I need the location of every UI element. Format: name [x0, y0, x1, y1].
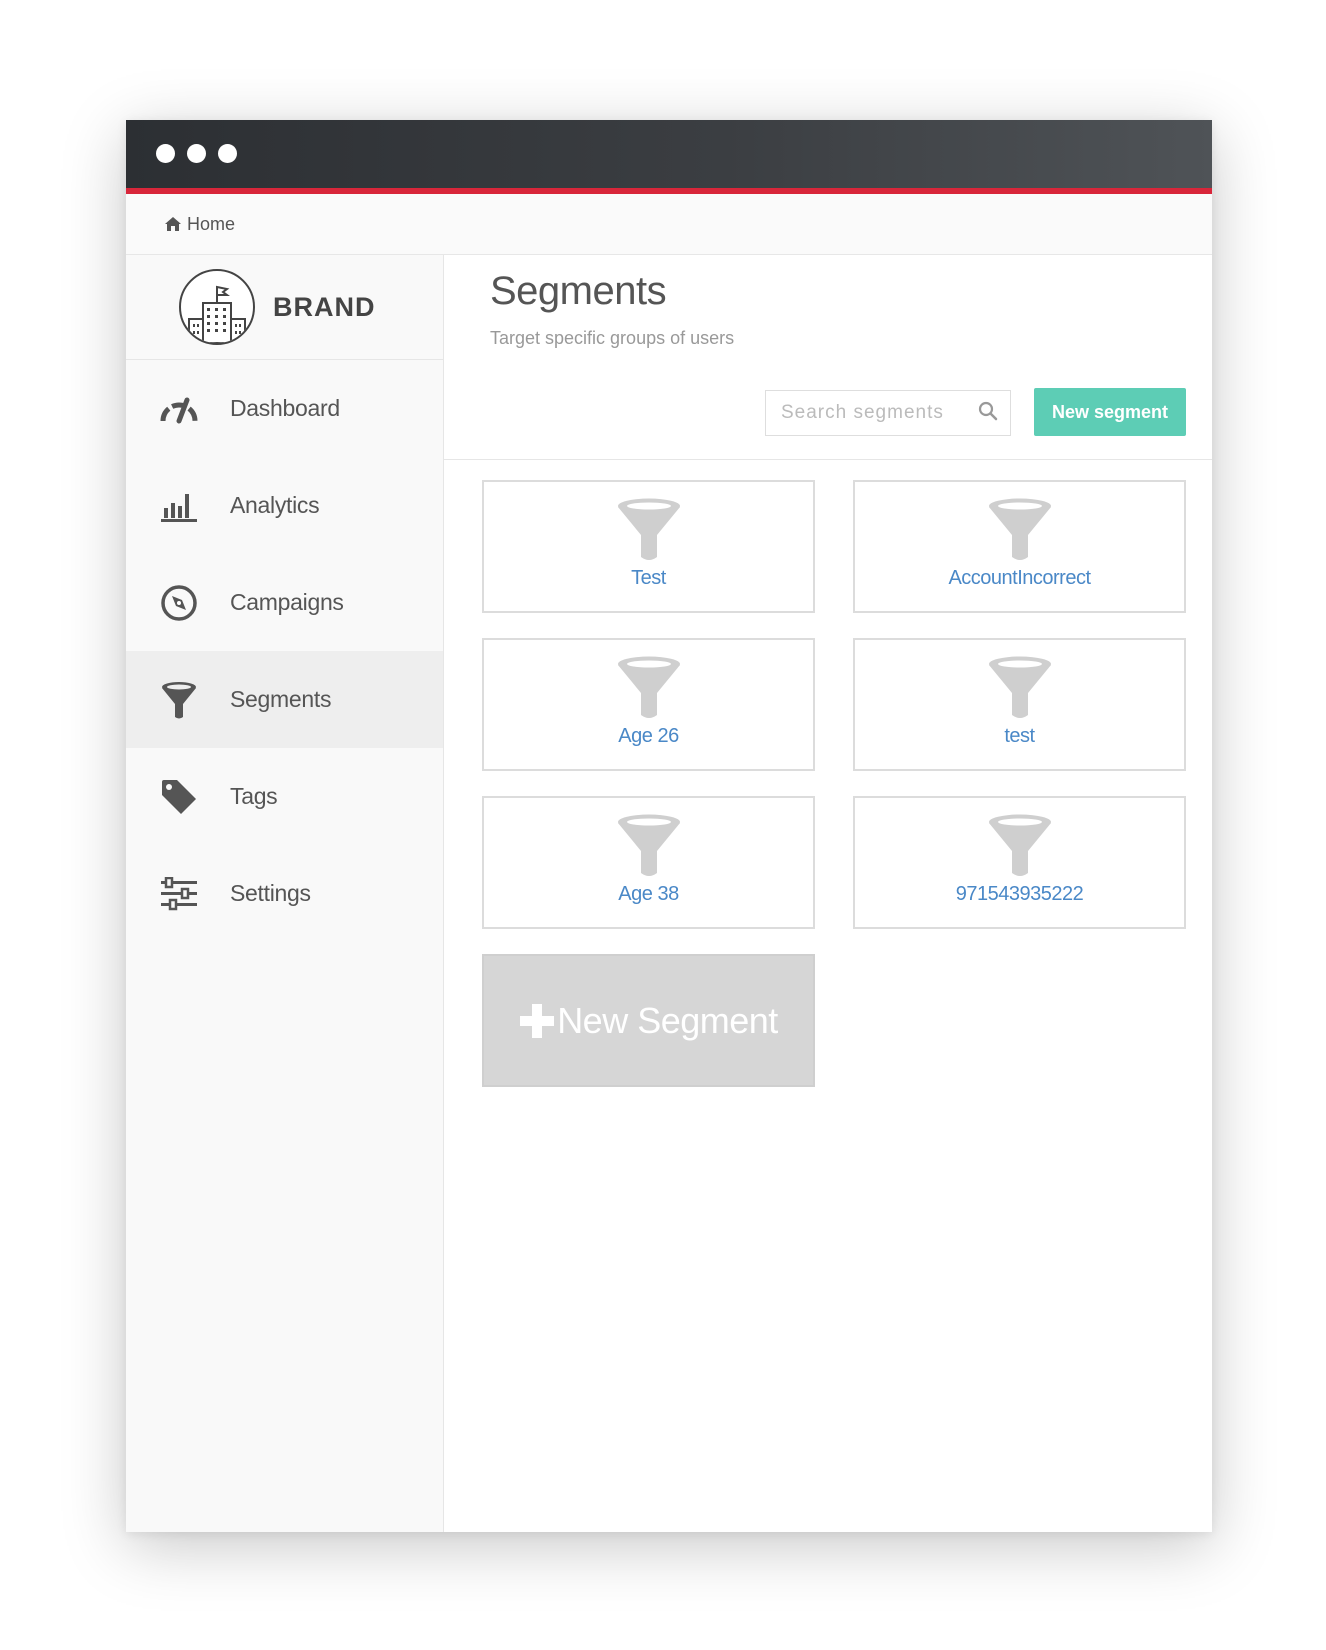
home-icon[interactable] — [164, 216, 182, 232]
funnel-icon — [617, 814, 680, 876]
segment-card-label: test — [1004, 725, 1035, 747]
browser-window: Home BRAND Dashboard Analytics Campaigns… — [126, 120, 1212, 1532]
new-segment-card[interactable]: New Segment — [482, 954, 815, 1087]
funnel-icon — [988, 656, 1051, 718]
sidebar-item-analytics[interactable]: Analytics — [126, 457, 443, 554]
sidebar-item-tags[interactable]: Tags — [126, 748, 443, 845]
segment-card[interactable]: Age 38 — [482, 796, 815, 929]
search-box[interactable] — [765, 390, 1011, 436]
new-segment-card-label: New Segment — [557, 999, 778, 1041]
funnel-icon — [988, 498, 1051, 560]
sidebar-item-label: Settings — [230, 880, 311, 906]
sidebar: BRAND Dashboard Analytics Campaigns Segm… — [126, 255, 444, 1532]
brand-name: BRAND — [273, 291, 376, 322]
sidebar-item-dashboard[interactable]: Dashboard — [126, 360, 443, 457]
segment-card[interactable]: Test — [482, 480, 815, 613]
funnel-icon — [617, 656, 680, 718]
segment-card-label: 971543935222 — [955, 883, 1084, 905]
sidebar-item-campaigns[interactable]: Campaigns — [126, 554, 443, 651]
funnel-icon — [617, 498, 680, 560]
main-content: Segments Target specific groups of users… — [444, 255, 1212, 1532]
sidebar-item-label: Tags — [230, 783, 278, 809]
sidebar-item-settings[interactable]: Settings — [126, 845, 443, 942]
search-icon[interactable] — [978, 401, 998, 426]
segment-card[interactable]: 971543935222 — [853, 796, 1186, 929]
window-controls — [156, 144, 237, 163]
segment-card-label: Age 26 — [618, 725, 679, 747]
brand-header[interactable]: BRAND — [126, 255, 443, 360]
window-titlebar — [126, 120, 1212, 188]
page-title: Segments — [490, 269, 667, 313]
sliders-icon — [158, 873, 200, 915]
speedometer-icon — [158, 388, 200, 430]
brand-logo-icon — [179, 269, 255, 345]
sidebar-item-label: Segments — [230, 686, 332, 712]
segment-card-label: Age 38 — [618, 883, 679, 905]
window-dot-close[interactable] — [156, 144, 175, 163]
funnel-icon — [988, 814, 1051, 876]
segment-card-label: Test — [631, 567, 666, 589]
tag-icon — [158, 776, 200, 818]
page-subtitle: Target specific groups of users — [490, 328, 735, 348]
page-header: Segments Target specific groups of users… — [444, 255, 1212, 460]
search-input[interactable] — [781, 402, 978, 424]
new-segment-button[interactable]: New segment — [1034, 388, 1186, 436]
plus-icon — [519, 1003, 555, 1039]
sidebar-item-label: Dashboard — [230, 395, 340, 421]
sidebar-item-segments[interactable]: Segments — [126, 651, 443, 748]
segment-grid: Test AccountIncorrect Age 26 test Age 38… — [482, 480, 1186, 1087]
segment-card[interactable]: AccountIncorrect — [853, 480, 1186, 613]
segment-card[interactable]: Age 26 — [482, 638, 815, 771]
breadcrumb: Home — [126, 194, 1212, 255]
window-dot-maximize[interactable] — [218, 144, 237, 163]
sidebar-item-label: Campaigns — [230, 589, 344, 615]
segment-card[interactable]: test — [853, 638, 1186, 771]
sidebar-item-label: Analytics — [230, 492, 320, 518]
window-dot-minimize[interactable] — [187, 144, 206, 163]
compass-icon — [158, 582, 200, 624]
segment-card-label: AccountIncorrect — [948, 567, 1091, 589]
breadcrumb-home-link[interactable]: Home — [187, 214, 235, 235]
funnel-icon — [158, 679, 200, 721]
bar-chart-icon — [158, 485, 200, 527]
